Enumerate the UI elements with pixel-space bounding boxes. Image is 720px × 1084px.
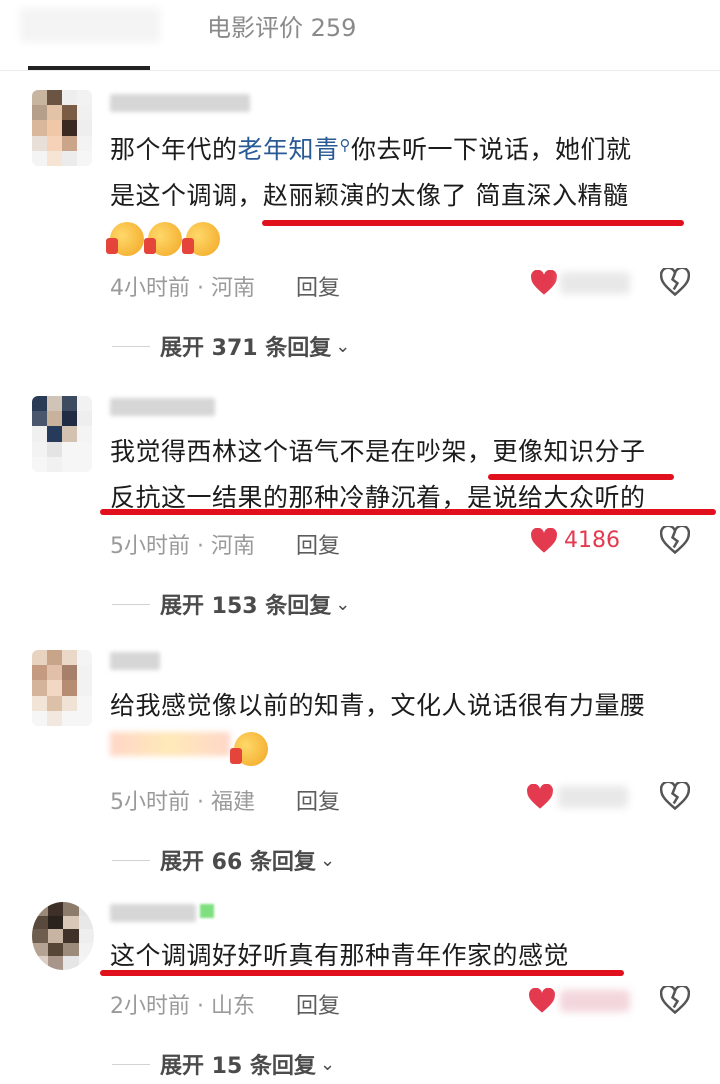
- thumbs-up-emoji-icon: [106, 222, 144, 256]
- blurred-tab[interactable]: [20, 8, 160, 42]
- username-redacted[interactable]: [110, 94, 250, 112]
- broken-heart-icon[interactable]: [660, 526, 690, 554]
- search-icon: ⚲: [339, 136, 352, 154]
- search-keyword-link[interactable]: 老年知青: [238, 135, 340, 164]
- comment-meta: 4小时前 · 河南: [110, 276, 255, 301]
- reply-button[interactable]: 回复: [296, 528, 340, 560]
- thumbs-up-emoji-icon: [230, 732, 268, 766]
- like-count-redacted: [560, 990, 630, 1012]
- reply-button[interactable]: 回复: [296, 270, 340, 302]
- annotation-underline: [100, 970, 624, 976]
- like-count-redacted: [560, 272, 630, 294]
- like-count-redacted: [558, 786, 628, 808]
- thumbs-up-emoji-icon: [182, 222, 220, 256]
- divider: [112, 345, 150, 347]
- avatar[interactable]: [32, 90, 92, 166]
- username-redacted[interactable]: [110, 904, 196, 922]
- divider: [112, 603, 150, 605]
- expand-replies-button[interactable]: 展开 371 条回复 ⌄: [112, 330, 350, 362]
- annotation-underline: [100, 509, 716, 515]
- divider: [112, 859, 150, 861]
- comment-text: 那个年代的老年知青⚲你去听一下说话，她们就: [110, 135, 632, 164]
- heart-icon[interactable]: [526, 784, 554, 810]
- comment-text: 给我感觉像以前的知青，文化人说话很有力量腰: [110, 691, 646, 720]
- avatar[interactable]: [32, 650, 92, 726]
- username-badge-redacted: [200, 904, 214, 918]
- heart-icon[interactable]: [530, 528, 558, 554]
- heart-icon[interactable]: [528, 988, 556, 1014]
- like-count: 4186: [564, 528, 620, 553]
- active-tab-indicator: [28, 66, 150, 70]
- broken-heart-icon[interactable]: [660, 268, 690, 296]
- comment-text: 我觉得西林这个语气不是在吵架，更像知识分子: [110, 437, 646, 466]
- expand-replies-button[interactable]: 展开 153 条回复 ⌄: [112, 588, 350, 620]
- tab-bar: 电影评价 259: [0, 0, 720, 71]
- expand-replies-button[interactable]: 展开 15 条回复 ⌄: [112, 1048, 335, 1080]
- emoji-row: [106, 222, 220, 256]
- chevron-down-icon: ⌄: [319, 1053, 336, 1075]
- chevron-down-icon: ⌄: [335, 335, 351, 357]
- chevron-down-icon: ⌄: [319, 849, 336, 871]
- reply-button[interactable]: 回复: [296, 988, 340, 1020]
- broken-heart-icon[interactable]: [660, 782, 690, 810]
- avatar[interactable]: [32, 396, 92, 472]
- avatar[interactable]: [32, 902, 94, 970]
- emoji-row: [110, 732, 268, 766]
- reply-button[interactable]: 回复: [296, 784, 340, 816]
- emoji-redacted: [110, 732, 230, 756]
- heart-icon[interactable]: [530, 270, 558, 296]
- thumbs-up-emoji-icon: [144, 222, 182, 256]
- username-redacted[interactable]: [110, 652, 160, 670]
- comment-meta: 5小时前 · 河南: [110, 534, 255, 559]
- expand-replies-button[interactable]: 展开 66 条回复 ⌄: [112, 844, 335, 876]
- comment-meta: 5小时前 · 福建: [110, 790, 255, 815]
- tab-movie-reviews[interactable]: 电影评价 259: [207, 8, 356, 43]
- chevron-down-icon: ⌄: [335, 593, 351, 615]
- divider: [112, 1063, 150, 1065]
- comment-meta: 2小时前 · 山东: [110, 994, 255, 1019]
- broken-heart-icon[interactable]: [660, 986, 690, 1014]
- comment-text: 是这个调调，赵丽颖演的太像了 简直深入精髓: [110, 181, 629, 210]
- username-redacted[interactable]: [110, 398, 215, 416]
- annotation-underline: [262, 220, 684, 226]
